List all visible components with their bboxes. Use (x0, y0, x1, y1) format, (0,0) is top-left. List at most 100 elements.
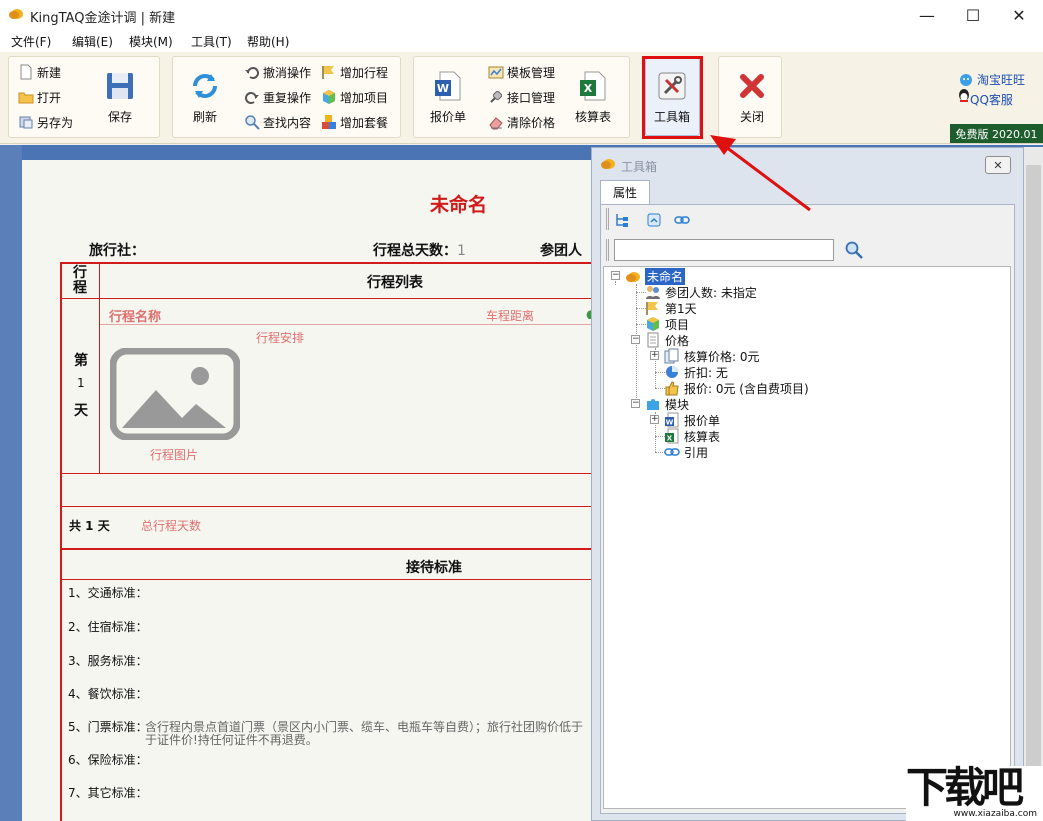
clear-price-button[interactable]: 清除价格 (488, 111, 555, 133)
tree-node-accounting-sheet[interactable]: X 核算表 (664, 428, 720, 444)
expander-module[interactable]: − (631, 399, 640, 408)
document-title[interactable]: 未命名 (430, 190, 487, 217)
add-package-label: 增加套餐 (340, 115, 389, 130)
interface-manager-button[interactable]: 接口管理 (488, 86, 555, 108)
link-icon[interactable] (674, 212, 690, 228)
add-item-button[interactable]: 增加项目 (321, 86, 388, 108)
taobao-link[interactable]: 淘宝旺旺 (958, 71, 1025, 88)
hotel-standard-label: 2、住宿标准： (68, 620, 148, 634)
taobao-label: 淘宝旺旺 (977, 73, 1026, 87)
distance-field[interactable]: 车程距离 (486, 307, 534, 324)
toolbox-title: 工具箱 (621, 160, 658, 174)
tree-view-icon[interactable] (614, 212, 630, 228)
toolbox-search-input[interactable] (614, 239, 834, 261)
expander-quote-sheet[interactable]: + (650, 415, 659, 424)
toolbox-highlight-box (642, 56, 703, 139)
redo-button[interactable]: 重复操作 (244, 86, 311, 108)
tree-node-module[interactable]: 模块 (645, 396, 689, 412)
undo-icon (245, 67, 259, 79)
version-badge: 免费版 2020.01 (950, 124, 1043, 143)
menu-bar: 文件(F) 编辑(E) 模块(M) 工具(T) 帮助(H) (0, 30, 1043, 52)
tree-node-quote[interactable]: 报价: 0元 (含自费项目) (664, 380, 809, 396)
menu-help[interactable]: 帮助(H) (247, 33, 289, 50)
excel-node-icon: X (665, 428, 679, 444)
find-button[interactable]: 查找内容 (244, 111, 311, 133)
meal-standard-label: 4、餐饮标准： (68, 687, 148, 701)
template-manager-button[interactable]: 模板管理 (488, 61, 555, 83)
tree-node-day1[interactable]: 第1天 (645, 300, 697, 316)
scrollbar-thumb[interactable] (1026, 165, 1041, 775)
expander-price[interactable]: − (631, 335, 640, 344)
accounting-label: 核算表 (575, 110, 612, 124)
ticket-standard-text-2[interactable]: 于证件价!持任何证件不再退费。 (145, 731, 318, 748)
tree-node-discount[interactable]: 折扣: 无 (664, 364, 728, 380)
folder-icon (18, 92, 34, 104)
toolbar-grip (606, 208, 609, 230)
plug-icon (490, 90, 503, 103)
qq-support-link[interactable]: QQ客服 (959, 89, 1013, 108)
menu-module[interactable]: 模块(M) (129, 33, 173, 50)
menu-file[interactable]: 文件(F) (11, 33, 51, 50)
document-scrollbar[interactable] (1024, 147, 1043, 821)
close-doc-button[interactable]: 关闭 (736, 70, 768, 125)
tree-node-reference[interactable]: 引用 (664, 444, 708, 460)
trip-name-field[interactable]: 行程名称 (109, 306, 161, 325)
tree-node-quote-sheet[interactable]: W 报价单 (664, 412, 720, 428)
expander-root[interactable]: − (611, 271, 620, 280)
price-sheet-icon (647, 332, 659, 348)
expander-accounting-price[interactable]: + (650, 351, 659, 360)
toolbox-close-button[interactable]: ✕ (985, 156, 1011, 174)
image-placeholder-icon[interactable] (110, 348, 240, 440)
tree-node-item[interactable]: 项目 (645, 316, 689, 332)
quote-button[interactable]: W 报价单 (430, 70, 466, 125)
undo-button[interactable]: 撤消操作 (244, 61, 311, 83)
add-trip-button[interactable]: 增加行程 (321, 61, 388, 83)
tree-node-root[interactable]: 未命名 (625, 267, 686, 285)
site-watermark: 下载吧 www.xiazaiba.com (906, 766, 1043, 821)
tree-node-accounting-price[interactable]: 核算价格: 0元 (664, 348, 760, 364)
tree-accounting-sheet-label: 核算表 (684, 429, 721, 444)
svg-text:W: W (666, 419, 674, 427)
new-button[interactable]: 新建 (18, 61, 61, 83)
search-grip (606, 239, 609, 261)
open-button[interactable]: 打开 (18, 86, 61, 108)
word-node-icon: W (665, 412, 679, 428)
maximize-button[interactable]: ☐ (950, 0, 996, 30)
menu-tools[interactable]: 工具(T) (191, 33, 232, 50)
tree-node-price[interactable]: 价格 (645, 332, 689, 348)
total-days-value: 1 (457, 243, 466, 259)
accounting-button[interactable]: X 核算表 (575, 70, 611, 125)
refresh-button[interactable]: 刷新 (189, 70, 221, 125)
red-x-icon (740, 74, 764, 98)
save-as-label: 另存为 (37, 115, 74, 130)
trip-arrange-field[interactable]: 行程安排 (256, 329, 304, 346)
tree-reference-label: 引用 (684, 445, 709, 460)
qq-support-label: QQ客服 (970, 93, 1013, 107)
save-as-button[interactable]: 另存为 (18, 111, 73, 133)
minimize-button[interactable]: — (904, 0, 950, 30)
add-item-label: 增加项目 (340, 90, 389, 105)
word-document-icon: W (435, 71, 461, 101)
close-window-button[interactable]: ✕ (996, 0, 1042, 30)
clear-price-label: 清除价格 (507, 115, 556, 130)
new-file-icon (20, 64, 32, 80)
trip-spacer-line (62, 506, 600, 507)
trip-column-header: 行程 (73, 265, 87, 296)
undo-label: 撤消操作 (263, 65, 312, 80)
search-icon[interactable] (844, 240, 864, 260)
excel-sheet-icon: X (580, 71, 606, 101)
save-button[interactable]: 保存 (104, 70, 136, 125)
close-doc-label: 关闭 (739, 110, 764, 124)
open-label: 打开 (37, 90, 62, 105)
blocks-icon (322, 115, 336, 129)
tree-node-group-size[interactable]: 参团人数: 未指定 (645, 284, 757, 300)
trip-image-label: 行程图片 (150, 448, 199, 462)
flag-node-icon (646, 302, 658, 315)
add-package-button[interactable]: 增加套餐 (321, 111, 388, 133)
document-margin (0, 145, 22, 821)
tab-properties[interactable]: 属性 (600, 180, 650, 204)
save-as-icon (19, 116, 33, 129)
collapse-icon[interactable] (646, 212, 662, 228)
group-size-label: 参团人 (540, 243, 582, 259)
menu-edit[interactable]: 编辑(E) (72, 33, 113, 50)
